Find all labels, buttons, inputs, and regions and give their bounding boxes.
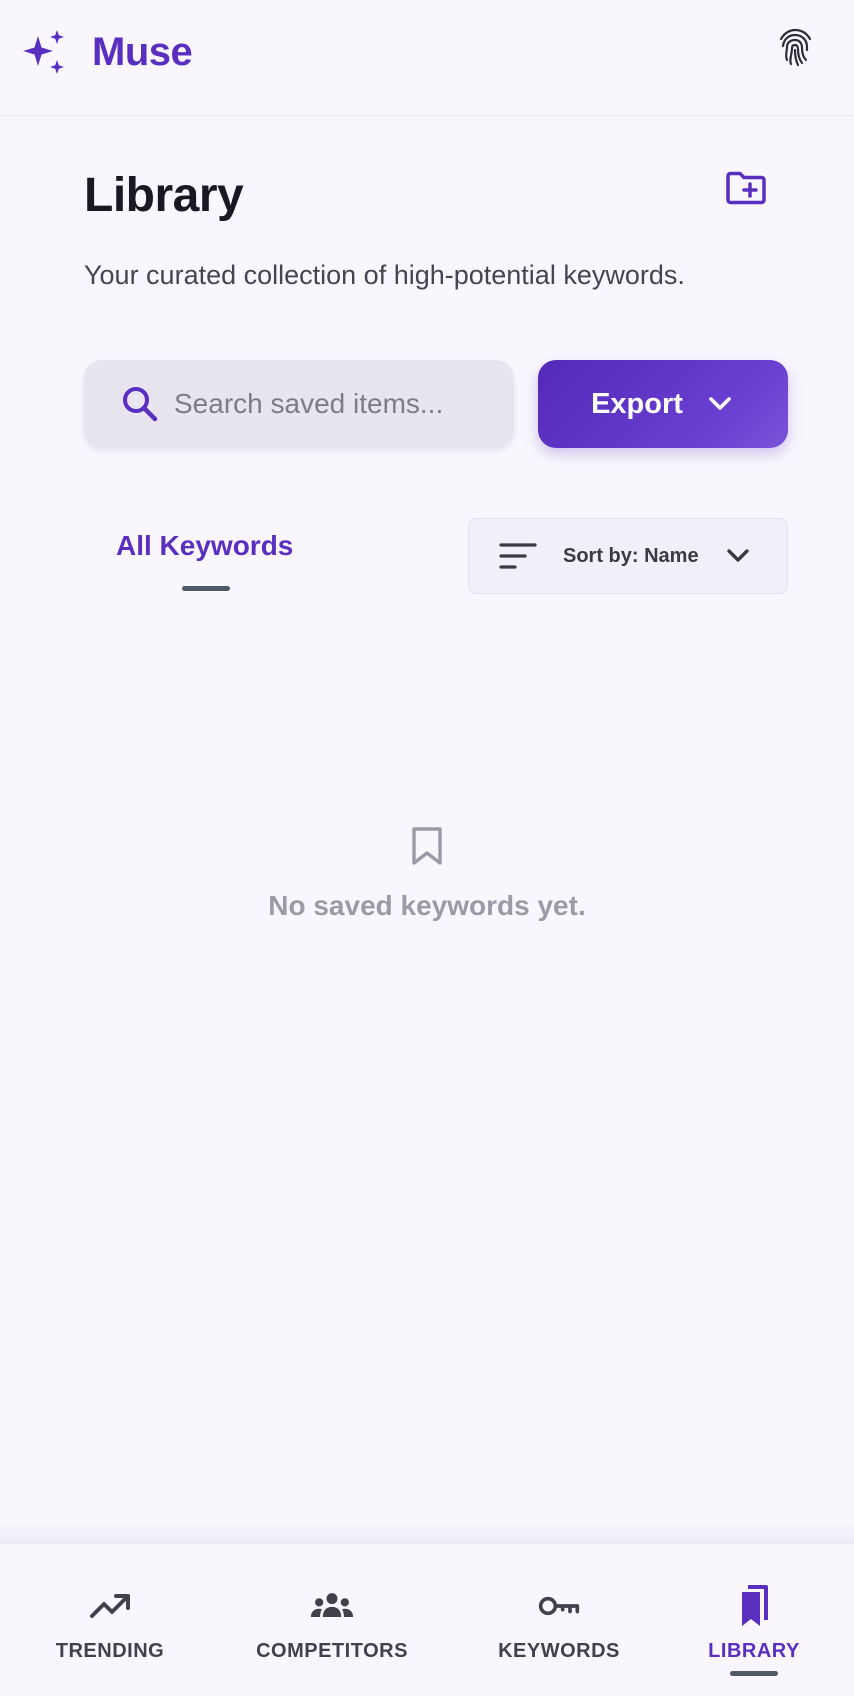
- chevron-down-icon: [726, 549, 749, 562]
- nav-item-keywords[interactable]: KEYWORDS: [494, 1584, 624, 1684]
- top-app-bar: Muse: [0, 0, 854, 116]
- search-input[interactable]: [174, 388, 504, 420]
- nav-item-library[interactable]: LIBRARY: [704, 1584, 804, 1684]
- nav-label-trending: TRENDING: [55, 1640, 165, 1662]
- tab-active-indicator: [182, 586, 230, 591]
- chevron-down-icon: [709, 397, 731, 410]
- fingerprint-icon[interactable]: [774, 26, 816, 68]
- bookmark-icon: [412, 827, 442, 865]
- search-box: [84, 360, 514, 448]
- tab-all-keywords[interactable]: All Keywords: [116, 530, 296, 594]
- new-folder-icon[interactable]: [724, 166, 768, 210]
- nav-active-indicator: [730, 1671, 778, 1676]
- export-label: Export: [591, 387, 683, 420]
- search-icon: [123, 387, 158, 422]
- sort-label: Sort by: Name: [563, 544, 699, 567]
- tab-label: All Keywords: [116, 530, 294, 561]
- page-title: Library: [84, 169, 244, 222]
- page-subtitle: Your curated collection of high-potentia…: [84, 260, 685, 290]
- bottom-nav-shadow: [0, 1520, 854, 1544]
- nav-item-competitors[interactable]: COMPETITORS: [252, 1584, 412, 1684]
- app-root: Muse Library Your curated collection of …: [0, 0, 854, 1696]
- export-button[interactable]: Export: [538, 360, 788, 448]
- key-icon: [538, 1596, 580, 1616]
- nav-label-library: LIBRARY: [708, 1640, 800, 1662]
- app-name: Muse: [92, 29, 193, 74]
- bottom-navigation: TRENDING COMPETITORS KEYWORDS LIBRARY: [0, 1544, 854, 1696]
- sort-icon: [499, 543, 537, 569]
- nav-label-competitors: COMPETITORS: [256, 1640, 408, 1662]
- empty-state-message: No saved keywords yet.: [268, 890, 586, 921]
- sparkles-icon: [23, 30, 64, 74]
- brand[interactable]: Muse: [20, 28, 193, 76]
- trending-up-icon: [90, 1594, 130, 1618]
- nav-label-keywords: KEYWORDS: [498, 1640, 620, 1662]
- bookmarks-icon: [742, 1585, 768, 1626]
- groups-icon: [310, 1593, 354, 1617]
- sort-dropdown[interactable]: Sort by: Name: [468, 518, 788, 594]
- nav-item-trending[interactable]: TRENDING: [54, 1584, 166, 1684]
